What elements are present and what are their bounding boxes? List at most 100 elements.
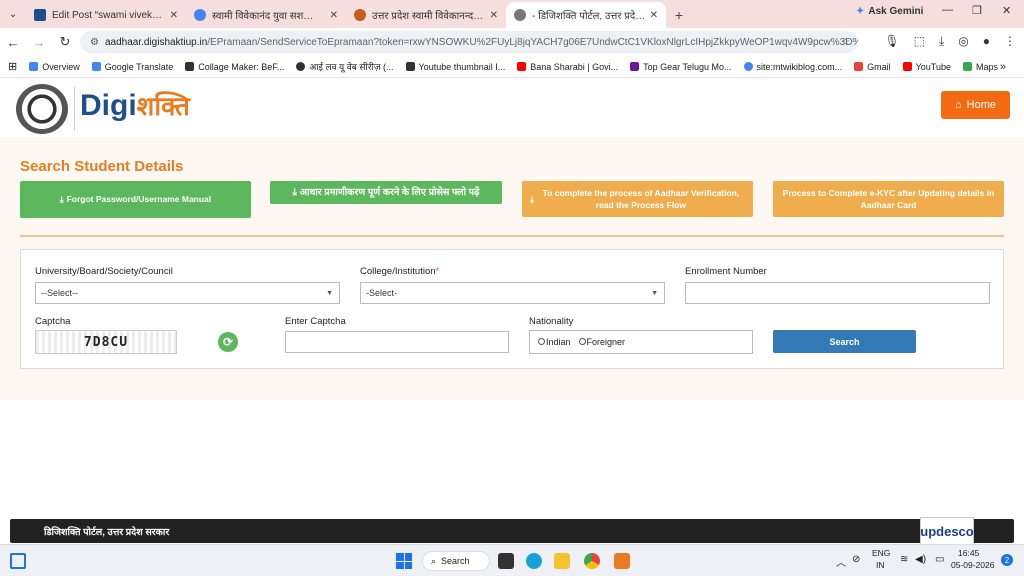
captcha-input[interactable] [285,331,509,353]
bookmark-site-search[interactable]: site:mtwikiblog.com... [743,61,843,72]
windows-start-icon[interactable] [396,553,412,569]
forward-arrow-icon[interactable]: → [26,35,52,50]
network-off-icon[interactable]: ⊘ [852,554,860,565]
close-icon[interactable]: ✕ [490,10,498,21]
back-arrow-icon[interactable]: ← [0,35,26,50]
college-label-text: College/Institution [360,266,436,277]
logo-text-devanagari: शक्ति [136,91,190,121]
emblem-icon [514,9,526,21]
radio-label: Foreigner [586,337,626,347]
microphone-icon[interactable]: 🎙 [884,34,899,49]
university-selected-value: --Select-- [41,288,79,298]
section-divider [20,235,1004,237]
college-select[interactable]: -Select- ▼ [360,282,665,304]
bookmark-maps[interactable]: Maps [962,61,998,72]
bookmark-top-gear[interactable]: Top Gear Telugu Mo... [630,62,732,72]
more-bookmarks-icon[interactable]: » [1000,61,1006,73]
bookmarks-bar: ⊞ Overview Google Translate Collage Make… [0,56,1024,78]
clock-time[interactable]: 16:45 [958,548,979,558]
file-explorer-icon[interactable] [554,553,570,569]
notification-badge[interactable]: 2 [1001,554,1013,566]
bookmark-label: Collage Maker: BeF... [198,61,285,72]
download-icon[interactable]: ⤓ [939,34,944,49]
menu-dots-icon[interactable]: ⋮ [1004,34,1016,49]
bookmark-collage-maker[interactable]: Collage Maker: BeF... [185,62,284,72]
home-icon: ⌂ [955,99,962,111]
chevron-up-icon[interactable]: ︿ [836,554,846,569]
widgets-icon[interactable] [10,553,26,569]
search-button[interactable]: Search [773,330,916,353]
header-divider [74,87,75,131]
toolbar-icons: 🎙 ⬚ ⤓ ◎ ● ⋮ [884,34,1016,49]
university-select[interactable]: --Select-- ▼ [35,282,340,304]
youtube-icon [517,62,527,71]
befunky-icon [185,62,195,71]
reload-icon[interactable]: ↻ [52,34,78,50]
browser-tab-4-active[interactable]: - डिजिशक्ति पोर्टल, उत्तर प्रदेश सरक ✕ [506,2,666,28]
snipping-tool-icon[interactable] [614,553,630,569]
logo-text-latin: Digi [80,89,137,122]
gmail-icon [854,62,864,71]
search-icon: ⌕ [431,555,437,566]
bookmark-web-series[interactable]: आई लव यू वेब सीरीज़ (... [296,60,394,73]
forgot-password-manual-button[interactable]: ⤓ Forgot Password/Username Manual [20,181,251,218]
enrollment-label: Enrollment Number [685,266,767,277]
home-button[interactable]: ⌂ Home [941,91,1010,119]
task-view-icon[interactable] [498,553,514,569]
aadhaar-process-flow-hindi-button[interactable]: ⤓ आधार प्रमाणीकरण पूर्ण करने के लिए प्रोस… [270,181,502,204]
google-icon [194,9,206,21]
restore-icon[interactable]: ❐ [972,4,982,17]
youtube-icon [902,62,912,71]
bookmark-google-translate[interactable]: Google Translate [91,61,174,72]
bookmark-bana-sharabi[interactable]: Bana Sharabi | Govi... [517,62,618,72]
edge-icon[interactable] [526,553,542,569]
bookmark-youtube[interactable]: YouTube [902,62,951,72]
refresh-captcha-icon[interactable]: ⟳ [218,332,238,352]
bookmark-overview[interactable]: Overview [29,62,80,72]
language-primary[interactable]: ENG [872,548,890,558]
enrollment-number-input[interactable] [685,282,990,304]
bookmark-label: site:mtwikiblog.com... [756,61,843,72]
battery-icon[interactable]: ▭ [935,554,944,565]
extensions-icon[interactable]: ⬚ [914,34,925,49]
taskbar-search[interactable]: ⌕ Search [422,551,490,571]
apps-grid-icon[interactable]: ⊞ [8,60,17,73]
site-icon [630,62,640,71]
wifi-icon[interactable]: ≋ [900,554,908,565]
radio-foreigner[interactable]: Foreigner [578,337,626,347]
ask-gemini-button[interactable]: ✦ Ask Gemini [856,6,923,17]
tab-title: स्वामी विवेकानंद युवा सशक्तिकरण [212,11,326,22]
close-icon[interactable]: ✕ [650,10,658,21]
close-window-icon[interactable]: ✕ [1002,4,1011,17]
digishakti-logo[interactable]: Digi शक्ति [80,87,190,123]
download-icon: ⤓ [59,194,64,205]
profile-avatar-icon[interactable]: ● [983,34,990,49]
close-icon[interactable]: ✕ [170,10,178,21]
site-icon [354,9,366,21]
bookmark-label: Maps [975,61,998,72]
tab-search-icon[interactable]: ⌄ [0,0,26,28]
bookmark-gmail[interactable]: Gmail [854,62,891,72]
clock-date[interactable]: 05-09-2026 [951,560,994,570]
sync-icon[interactable]: ◎ [958,34,968,49]
document-icon [405,62,415,71]
ekyc-process-button[interactable]: Process to Complete e-KYC after Updating… [773,181,1004,217]
minimize-icon[interactable]: — [942,4,953,16]
close-icon[interactable]: ✕ [330,10,338,21]
bookmark-label: Google Translate [104,61,174,72]
chrome-icon[interactable] [584,553,600,569]
browser-tab-2[interactable]: स्वामी विवेकानंद युवा सशक्तिकरण ✕ [186,2,346,28]
browser-tab-3[interactable]: उत्तर प्रदेश स्वामी विवेकानन्द युवा स ✕ [346,2,506,28]
radio-indian[interactable]: Indian [538,337,571,347]
site-info-icon[interactable]: ⚙ [90,37,99,48]
address-bar[interactable]: ⚙ aadhaar.digishaktiup.in /EPramaan/Send… [80,31,858,53]
bookmark-star-icon[interactable]: ☆ [841,37,850,48]
new-tab-button[interactable]: + [666,2,692,28]
browser-tab-1[interactable]: Edit Post “swami vivekananda y ✕ [26,2,186,28]
download-icon: ⤓ [530,193,534,204]
language-secondary[interactable]: IN [876,560,885,570]
bookmark-youtube-thumbnail[interactable]: Youtube thumbnail I... [405,62,505,72]
aadhaar-verification-process-button[interactable]: ⤓ To complete the process of Aadhaar Veri… [522,181,753,217]
browser-toolbar: ← → ↻ ⚙ aadhaar.digishaktiup.in /EPramaa… [0,28,1024,56]
volume-icon[interactable]: ◀) [915,554,926,565]
